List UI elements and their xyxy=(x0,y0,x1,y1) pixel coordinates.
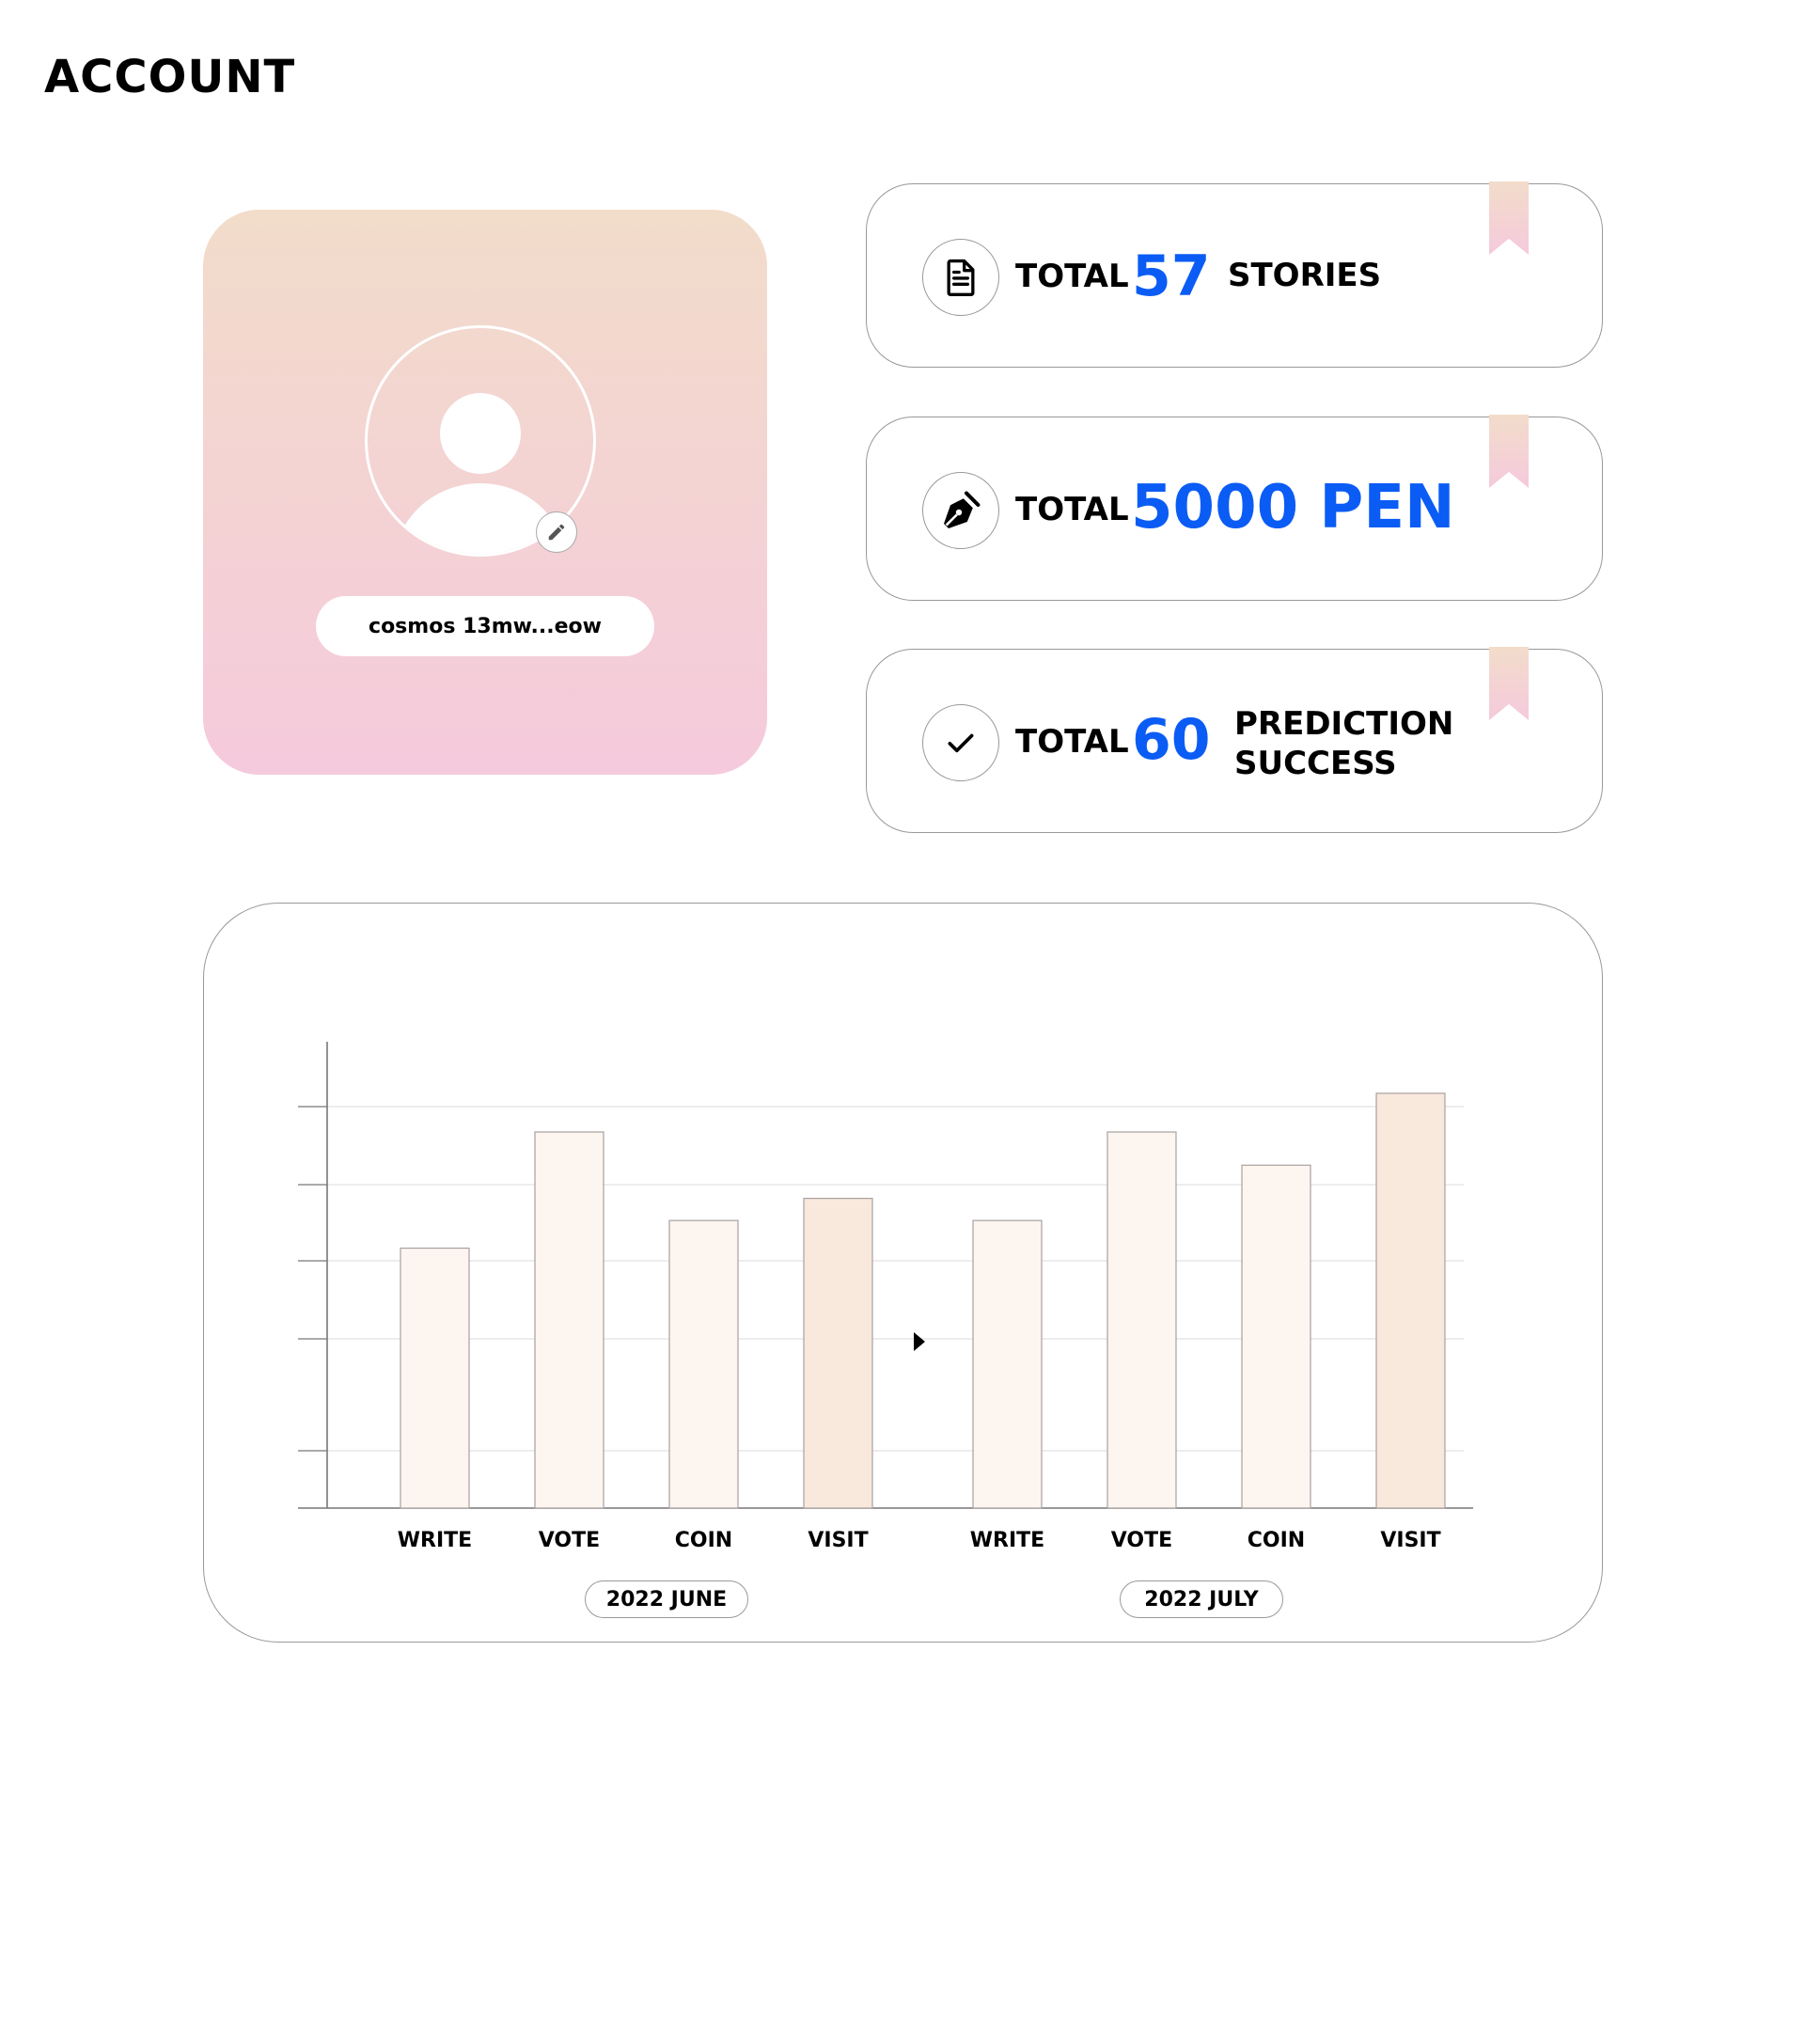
stat-unit: STORIES xyxy=(1228,257,1382,294)
stat-total-label: TOTAL xyxy=(1015,258,1129,295)
x-tick-label: VISIT xyxy=(808,1529,868,1552)
x-tick-label: COIN xyxy=(675,1529,732,1552)
x-tick-label: VOTE xyxy=(539,1529,600,1552)
stat-card-stories: TOTAL 57 STORIES xyxy=(866,181,1603,368)
bar-2022-july-vote xyxy=(1107,1131,1177,1509)
activity-bar-chart: WRITE VOTE COIN VISIT WRITE VOTE COIN VISIT xyxy=(298,1042,1473,1552)
pencil-icon xyxy=(548,524,565,541)
bar-2022-july-coin xyxy=(1241,1164,1311,1509)
x-tick-label: WRITE xyxy=(398,1529,472,1552)
bar-2022-june-coin xyxy=(668,1219,739,1509)
bar-2022-june-vote xyxy=(534,1131,604,1509)
edit-avatar-button[interactable] xyxy=(536,511,577,553)
stat-total-label: TOTAL xyxy=(1015,723,1129,761)
stat-total-label: TOTAL xyxy=(1015,491,1129,528)
stat-card-pen: TOTAL 5000 PEN xyxy=(866,415,1603,601)
bookmark-ribbon-icon xyxy=(1489,415,1529,488)
x-tick-label: WRITE xyxy=(970,1529,1044,1552)
stat-value: 5000 PEN xyxy=(1131,473,1455,542)
profile-card: cosmos 13mw...eow xyxy=(203,210,767,775)
bar-2022-june-visit xyxy=(803,1197,873,1509)
avatar-head xyxy=(440,393,521,474)
stat-unit-line2: SUCCESS xyxy=(1234,745,1397,782)
period-label-july[interactable]: 2022 JULY xyxy=(1120,1580,1283,1618)
wallet-address[interactable]: cosmos 13mw...eow xyxy=(316,596,654,656)
bookmark-ribbon-icon xyxy=(1489,181,1529,255)
bar-2022-july-write xyxy=(972,1219,1043,1509)
period-label-june[interactable]: 2022 JUNE xyxy=(585,1580,748,1618)
stat-icon-wrap xyxy=(922,472,999,549)
x-tick-label: COIN xyxy=(1248,1529,1305,1552)
page-title: ACCOUNT xyxy=(44,51,296,103)
document-icon xyxy=(947,259,975,296)
bar-2022-june-write xyxy=(400,1247,470,1509)
x-tick-label: VOTE xyxy=(1111,1529,1172,1552)
checkmark-icon xyxy=(948,733,974,753)
stat-unit-line1: PREDICTION xyxy=(1234,705,1454,743)
play-arrow-icon xyxy=(914,1332,925,1351)
stat-value: 57 xyxy=(1132,244,1211,309)
pen-nib-icon xyxy=(944,491,981,528)
activity-chart-card: WRITE VOTE COIN VISIT WRITE VOTE COIN VISIT 202… xyxy=(203,903,1603,1643)
bookmark-ribbon-icon xyxy=(1489,647,1529,720)
stat-value: 60 xyxy=(1132,707,1211,773)
stat-icon-wrap xyxy=(922,239,999,316)
stat-card-prediction: TOTAL 60 PREDICTION SUCCESS xyxy=(866,647,1603,833)
x-tick-label: VISIT xyxy=(1380,1529,1440,1552)
bar-2022-july-visit xyxy=(1375,1093,1446,1509)
stat-icon-wrap xyxy=(922,704,999,781)
